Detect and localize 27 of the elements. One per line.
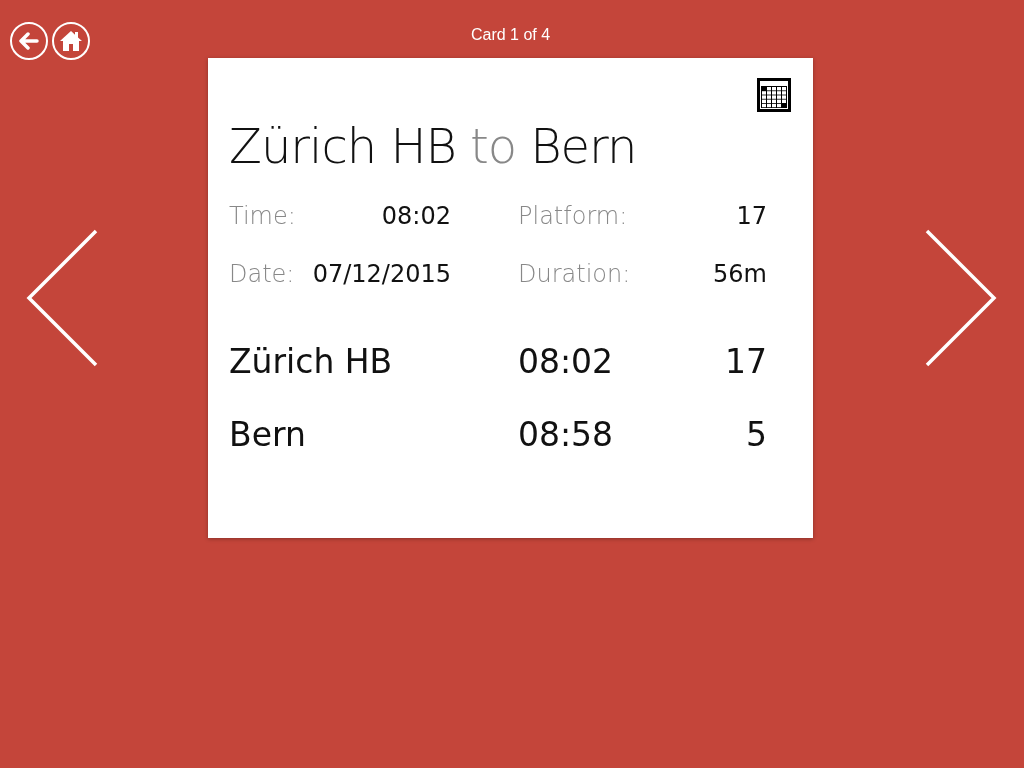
title-connector: to [469,118,517,174]
station-name: Zürich HB [229,342,394,381]
detail-value: 56m [713,260,767,288]
chevron-right-icon [923,229,997,367]
origin-title: Zürich HB [229,118,456,174]
home-button[interactable] [52,22,90,60]
detail-label: Platform: [518,202,628,230]
detail-label: Date: [229,260,295,288]
home-icon [59,30,83,52]
chevron-left-icon [26,229,100,367]
station-name: Bern [229,415,307,454]
stop-time: 08:58 [518,415,615,454]
next-button[interactable] [923,229,997,367]
detail-value: 08:02 [381,202,451,230]
detail-label: Duration: [518,260,631,288]
destination-title: Bern [530,118,637,174]
previous-button[interactable] [26,229,100,367]
card-counter: Card 1 of 4 [470,26,551,45]
detail-value: 17 [736,202,767,230]
stop-platform: 17 [725,342,767,381]
stop-platform: 5 [745,415,767,454]
detail-label: Time: [229,202,296,230]
stop-time: 08:02 [518,342,615,381]
back-button[interactable] [10,22,48,60]
calendar-icon[interactable] [757,78,791,112]
back-arrow-icon [19,32,39,50]
detail-value: 07/12/2015 [312,260,451,288]
